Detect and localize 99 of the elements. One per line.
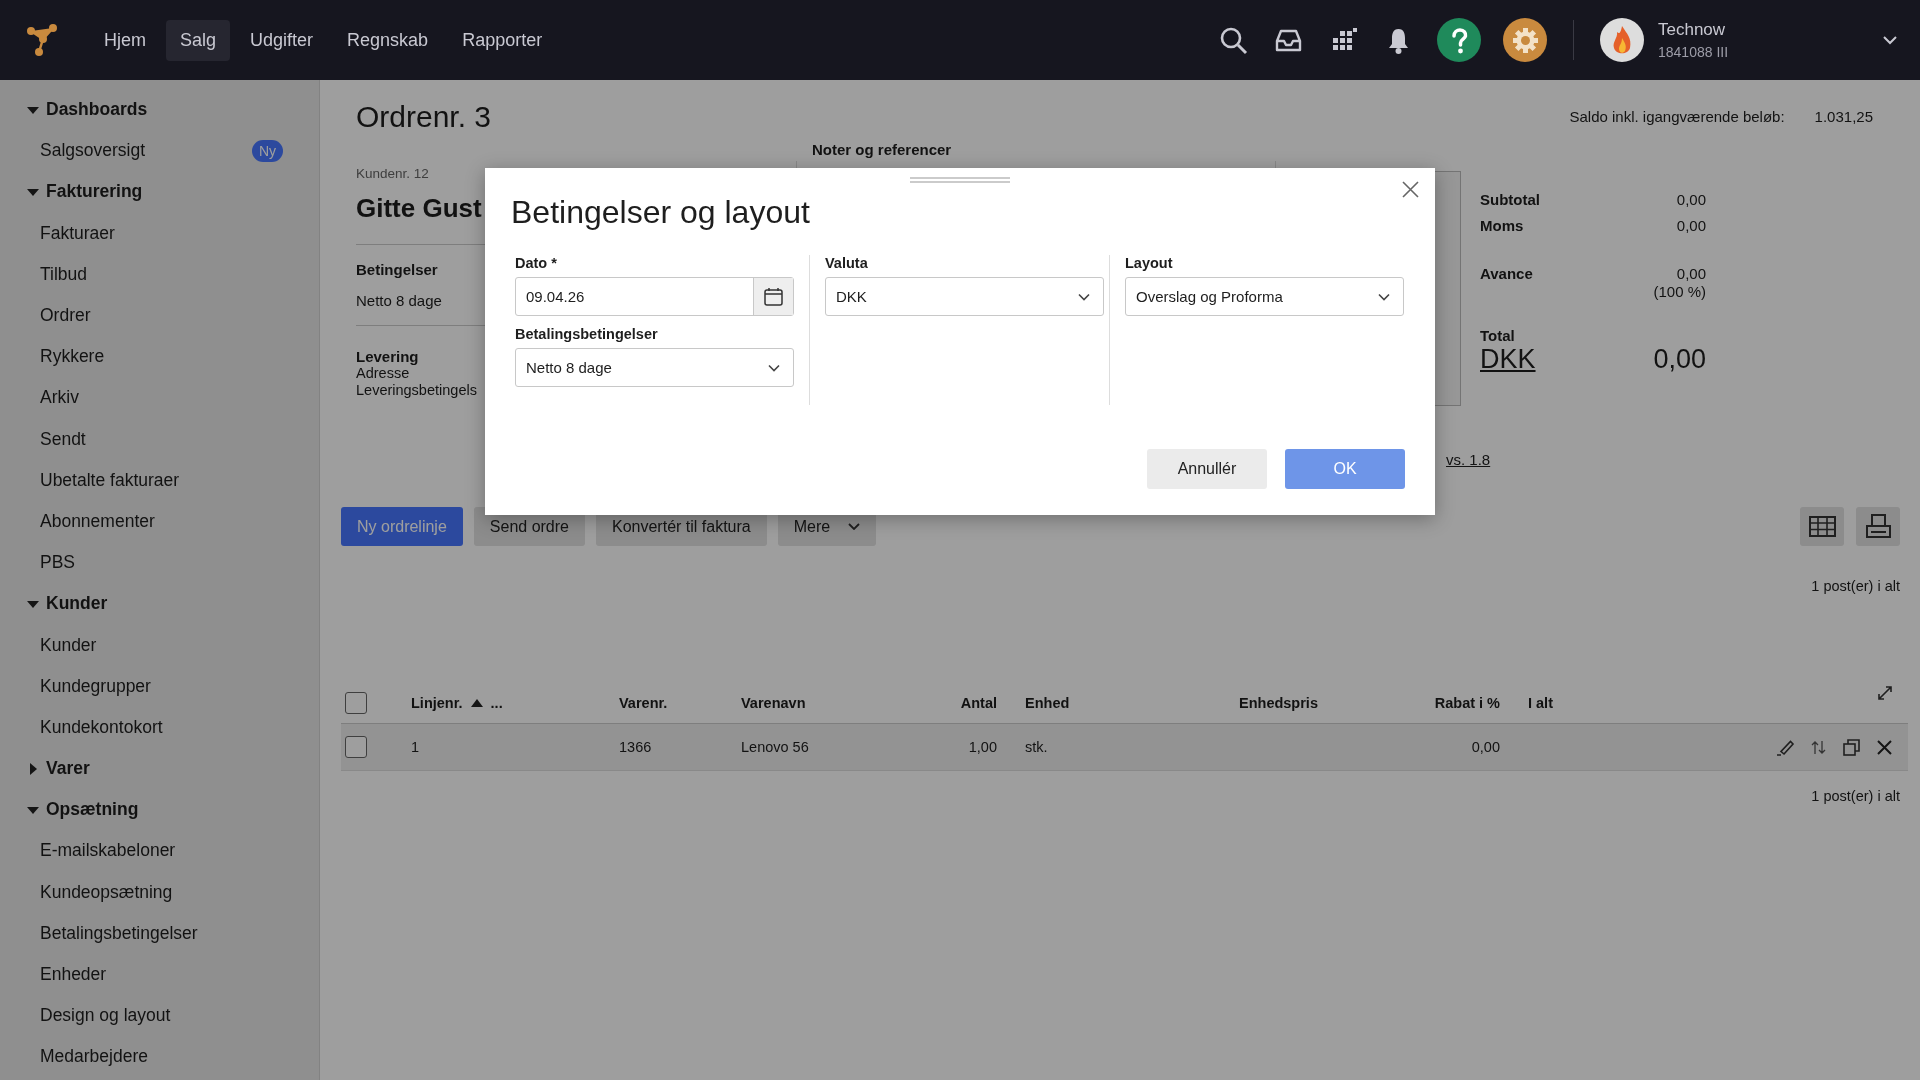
record-count: 1 post(er) i alt [1810, 788, 1901, 804]
version-link[interactable]: vs. 1.8 [1446, 451, 1491, 468]
sidebar-item[interactable]: Design og layout [40, 1005, 171, 1027]
sidebar-item[interactable]: Medarbejdere [40, 1046, 148, 1068]
table-cell: 0,00 [1471, 739, 1500, 755]
column-header[interactable]: Enhedspris [1239, 695, 1318, 711]
settings-button[interactable] [1503, 18, 1547, 62]
copy-icon[interactable] [1842, 737, 1861, 757]
sidebar-item[interactable]: E-mailskabeloner [40, 840, 176, 862]
column-header[interactable]: Varenavn [741, 695, 806, 711]
sidebar-section[interactable]: Kunder [46, 593, 108, 615]
summary-value: (100 %) [1653, 283, 1706, 301]
column-header[interactable]: Linjenr. [411, 695, 463, 711]
sidebar-section[interactable]: Fakturering [46, 181, 143, 203]
nav-tab[interactable]: Udgifter [236, 19, 328, 61]
field-label: Betalingsbetingelser [515, 326, 659, 342]
record-count: 1 post(er) i alt [1810, 578, 1901, 596]
cancel-button[interactable]: Annullér [1147, 449, 1267, 489]
sidebar-item[interactable]: Kunder [40, 634, 97, 656]
select-field[interactable]: DKK [825, 277, 1104, 316]
table-cell: 1 [411, 739, 420, 755]
sort-ascending-icon[interactable] [470, 699, 483, 707]
summary-value: 0,00 [1676, 191, 1706, 209]
balance-label: Saldo inkl. igangværende beløb: [1569, 108, 1785, 125]
sidebar-item[interactable]: Salgsoversigt [40, 140, 146, 162]
avatar-icon[interactable] [1600, 18, 1644, 62]
calendar-icon[interactable] [764, 287, 783, 306]
select-field[interactable]: Netto 8 dage [515, 348, 794, 387]
sidebar-item[interactable]: Sendt [40, 428, 86, 450]
summary-label: Avance [1480, 265, 1533, 284]
table-row[interactable]: 1 1366 Lenovo 56 1,00 stk. 0,00 [341, 723, 1908, 771]
sidebar-item[interactable]: Ordrer [40, 305, 91, 327]
column-menu[interactable]: ... [490, 695, 503, 711]
sidebar-section[interactable]: Opsætning [46, 799, 139, 821]
column-header[interactable]: Varenr. [619, 695, 668, 711]
nav-tab[interactable]: Rapporter [448, 19, 557, 61]
sidebar-item[interactable]: Abonnementer [40, 510, 155, 532]
sidebar-item[interactable]: Rykkere [40, 346, 105, 368]
sidebar-item[interactable]: Kundekontokort [40, 716, 163, 738]
column-header[interactable]: Enhed [1025, 695, 1070, 711]
customer-number: Kundenr. 12 [356, 166, 429, 181]
edit-icon[interactable] [1776, 737, 1795, 757]
currency-link[interactable]: DKK [1480, 344, 1654, 375]
summary-label: Moms [1480, 217, 1524, 235]
checkbox[interactable] [345, 736, 367, 758]
delivery-text: Adresse [356, 365, 410, 382]
notes-label: Noter og referencer [812, 141, 952, 158]
sidebar-item[interactable]: Ubetalte fakturaer [40, 469, 180, 491]
sidebar-item[interactable]: Enheder [40, 964, 107, 986]
field-label: Layout [1125, 255, 1174, 271]
sidebar-section[interactable]: Dashboards [46, 99, 148, 121]
account-number: 1841088 III [1658, 44, 1729, 60]
summary-value: 0,00 [1675, 265, 1706, 283]
sidebar-section[interactable]: Varer [46, 758, 90, 780]
delivery-text: Leveringsbetingels [356, 382, 477, 399]
nav-tab[interactable]: Hjem [90, 19, 160, 61]
field-label: Dato * [515, 255, 558, 271]
column-header[interactable]: Rabat i % [1434, 695, 1500, 711]
delivery-label: Levering [356, 348, 419, 365]
table-cell: 1366 [619, 739, 652, 755]
sidebar-item[interactable]: Tilbud [40, 263, 87, 285]
nav-tab[interactable]: Regnskab [333, 19, 443, 61]
column-header[interactable]: I alt [1528, 695, 1553, 711]
sidebar-item[interactable]: Betalingsbetingelser [40, 922, 198, 944]
table-cell: Lenovo 56 [741, 739, 809, 755]
sidebar-item[interactable]: PBS [40, 552, 76, 574]
print-button[interactable] [1856, 507, 1900, 546]
ok-button[interactable]: OK [1285, 449, 1405, 489]
table-cell: stk. [1025, 739, 1048, 755]
checkbox[interactable] [345, 692, 367, 714]
page-title: Ordrenr. 3 [356, 99, 492, 134]
new-badge: Ny [251, 139, 283, 162]
terms-value: Netto 8 dage [356, 292, 442, 309]
chevron-down-icon [848, 523, 861, 530]
balance-value: 1.031,25 [1814, 108, 1873, 125]
close-icon[interactable] [1875, 737, 1894, 757]
sidebar-item[interactable]: Fakturaer [40, 222, 115, 244]
summary-label: Subtotal [1480, 191, 1540, 209]
summary-value: 0,00 [1676, 217, 1706, 235]
terms-label: Betingelser [356, 261, 438, 278]
select-field[interactable]: Overslag og Proforma [1125, 277, 1404, 316]
sidebar-item[interactable]: Kundeopsætning [40, 881, 173, 903]
field-label: Valuta [825, 255, 869, 271]
date-field[interactable]: 09.04.26 [515, 277, 794, 316]
help-button[interactable] [1437, 18, 1481, 62]
total-value: 0,00 [1653, 344, 1706, 375]
total-label: Total [1480, 327, 1515, 344]
sidebar-item[interactable]: Arkiv [40, 387, 79, 409]
column-header[interactable]: Antal [960, 695, 997, 711]
table-cell: 1,00 [968, 739, 997, 755]
nav-tab[interactable]: Salg [166, 19, 231, 61]
drag-handle-icon[interactable] [910, 176, 1010, 184]
user-name: Technow [1658, 20, 1727, 40]
action-button[interactable]: Ny ordrelinje [341, 507, 463, 546]
table-view-button[interactable] [1800, 507, 1844, 546]
sidebar-item[interactable]: Kundegrupper [40, 675, 151, 697]
expand-icon[interactable] [1876, 684, 1894, 702]
close-icon [1400, 180, 1420, 199]
logo-icon[interactable] [24, 22, 60, 58]
